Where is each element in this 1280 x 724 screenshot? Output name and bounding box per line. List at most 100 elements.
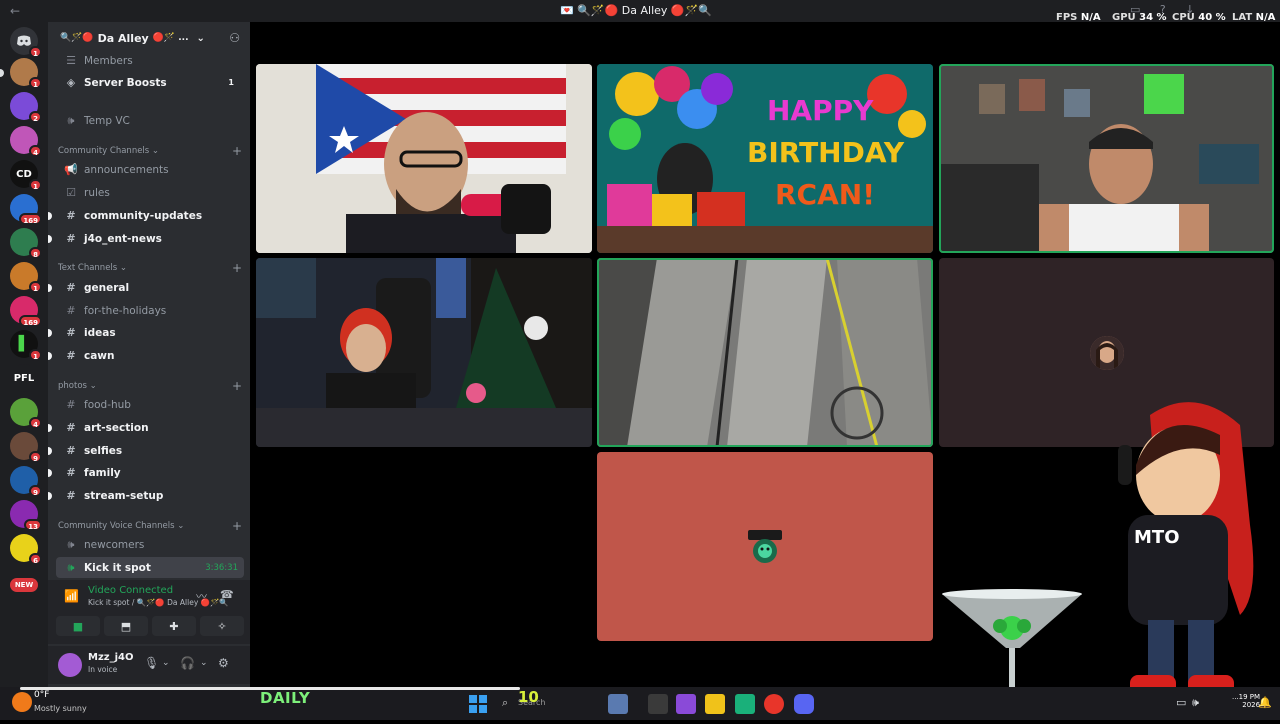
channel-temp-vc[interactable]: 🕪 Temp VC [56,110,244,131]
server-rail: 1 1 2 4 CD 1 169 8 1 169 ▌ 1 PFL 4 9 9 13 … [0,22,48,687]
server-icon-cd[interactable]: CD 1 [10,160,42,191]
video-tile[interactable] [256,64,592,253]
soundboard-button[interactable]: ✧ [200,616,244,636]
add-channel-icon[interactable]: + [232,519,242,533]
server-icon[interactable]: 6 [10,534,42,565]
notification-bell-icon[interactable]: 🔔 [1258,696,1272,709]
volume-icon[interactable]: 🕪 [1192,696,1199,710]
channel-art-section[interactable]: # art-section [48,417,244,438]
signal-icon[interactable]: 📶 [64,589,79,603]
video-tile-speaking[interactable] [597,258,933,447]
category-community[interactable]: Community Channels ⌄ + [56,143,244,159]
server-icon[interactable]: 1 [10,262,42,293]
network-icon[interactable]: ▭ [1176,696,1186,709]
camera-feed-ceiling [597,258,933,447]
category-photos[interactable]: photos ⌄ + [56,378,244,394]
discord-icon[interactable] [794,694,814,714]
channel-general[interactable]: # general [48,277,244,298]
server-icon[interactable]: 169 [10,194,42,225]
user-status: In voice [88,665,118,674]
server-icon[interactable]: 1 [10,58,42,89]
server-icon[interactable]: 13 [10,500,42,531]
back-arrow-icon[interactable]: ← [0,4,30,18]
speaker-icon: 🕪 [67,113,75,127]
video-tile[interactable] [256,258,592,447]
video-tile[interactable]: HAPPY BIRTHDAY RCAN! [597,64,933,253]
birthday-line-2: BIRTHDAY [747,136,905,169]
video-tile-avatar[interactable] [597,452,933,641]
webcam-feed-room [256,258,592,447]
microphone-icon[interactable]: 🎙 [144,656,159,670]
voice-location[interactable]: Kick it spot / 🔍🪄🔴 Da Alley 🔴🪄🔍 [88,598,229,607]
app-icon[interactable] [608,694,628,714]
webcam-feed-flag [256,64,592,253]
channel-stream-setup[interactable]: # stream-setup [48,485,244,506]
hash-icon: # [66,349,76,362]
copilot-icon[interactable] [676,694,696,714]
server-icon-pfl[interactable]: PFL [10,364,38,392]
add-user-icon[interactable]: ⚇ [229,31,240,45]
file-explorer-icon[interactable] [705,694,725,714]
guild-header-prefix: 🔍🪄🔴 [60,33,94,43]
disconnect-icon[interactable]: ☎ [220,588,234,601]
user-panel: Mzz_j4O In voice 🎙 ⌄ 🎧 ⌄ ⚙ [48,646,250,684]
boost-icon: ◈ [66,76,76,89]
clock[interactable]: ...19 PM 2026 [1232,693,1260,709]
channel-announcements[interactable]: 📢 announcements [56,159,244,180]
add-channel-icon[interactable]: + [232,379,242,393]
channel-family[interactable]: # family [48,462,244,483]
add-channel-icon[interactable]: + [232,144,242,158]
camera-icon: ■ [72,619,84,633]
server-boosts-row[interactable]: ◈ Server Boosts 1 [56,72,244,93]
settings-gear-icon[interactable]: ⚙ [218,656,229,670]
server-icon[interactable]: 2 [10,92,42,123]
search-icon[interactable]: ⌕ [502,696,508,710]
username[interactable]: Mzz_j4O [88,652,133,663]
category-voice[interactable]: Community Voice Channels ⌄ + [56,518,244,534]
noise-suppression-icon[interactable]: 〰 [196,588,207,604]
channel-community-updates[interactable]: # community-updates [48,205,244,226]
channel-ideas[interactable]: # ideas [48,322,244,343]
server-icon[interactable]: 169 [10,296,42,327]
voice-duration: 3:36:31 [205,562,238,573]
hash-icon: # [66,281,76,294]
channel-kick-it-spot[interactable]: 🕪 Kick it spot 3:36:31 [56,557,244,578]
channel-j4o-news[interactable]: # j4o_ent-news [48,228,244,249]
discord-home-icon[interactable]: 1 [10,27,42,58]
chevron-down-icon[interactable]: ⌄ [162,658,170,668]
new-tag: NEW [10,578,38,592]
server-icon[interactable]: 8 [10,228,42,259]
channel-selfies[interactable]: # selfies [48,440,244,461]
chevron-down-icon[interactable]: ⌄ [200,658,208,668]
category-text[interactable]: Text Channels ⌄ + [56,260,244,276]
unread-badge: 1 [29,46,42,58]
screen-share-button[interactable]: ⬒ [104,616,148,636]
task-view-icon[interactable] [648,694,668,714]
server-icon[interactable]: 9 [10,432,42,463]
video-tile-speaking[interactable] [939,64,1274,253]
server-icon[interactable]: 4 [10,126,42,157]
members-row[interactable]: ☰ Members [56,50,244,71]
channel-for-the-holidays[interactable]: # for-the-holidays [56,300,244,321]
headphones-icon[interactable]: 🎧 [180,656,195,670]
overlay-label: MTO [1134,527,1180,548]
add-channel-icon[interactable]: + [232,261,242,275]
channel-cawn[interactable]: # cawn [48,345,244,366]
activities-button[interactable]: ✚ [152,616,196,636]
window-title: 💌 🔍🪄🔴 Da Alley 🔴🪄🔍 [560,4,712,17]
channel-rules[interactable]: ☑ rules [56,182,244,203]
birthday-line-3: RCAN! [775,178,875,211]
weather-icon[interactable] [12,692,32,712]
channel-food-hub[interactable]: # food-hub [56,394,244,415]
chrome-icon[interactable] [764,694,784,714]
server-icon-green[interactable]: ▌ 1 [10,330,42,361]
members-icon: ☰ [66,54,76,67]
channel-newcomers[interactable]: 🕪 newcomers [56,534,244,555]
server-icon[interactable]: 4 [10,398,42,429]
app-icon[interactable] [735,694,755,714]
windows-start-icon[interactable] [468,694,488,714]
server-icon[interactable]: 9 [10,466,42,497]
hash-icon: # [66,209,76,222]
avatar[interactable] [58,653,82,677]
camera-button[interactable]: ■ [56,616,100,636]
